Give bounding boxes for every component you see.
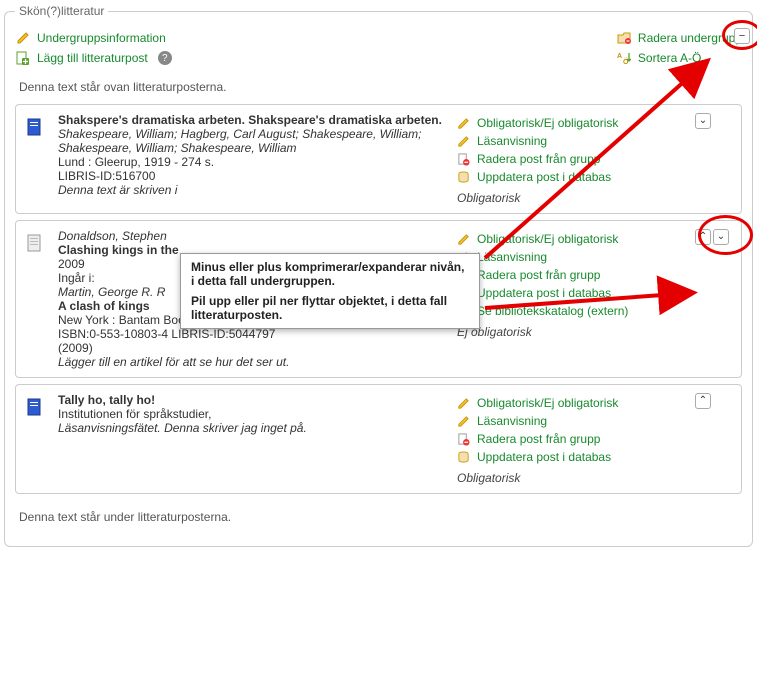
annotation-tooltip: Minus eller plus komprimerar/expanderar … — [180, 253, 480, 329]
annotation-arrow-move — [5, 18, 757, 418]
annotation-text-2: Pil upp eller pil ner flyttar objektet, … — [191, 294, 469, 322]
remove-from-group-link[interactable]: Radera post från grupp — [477, 432, 600, 446]
subgroup-fieldset: Skön(?)litteratur − Undergruppsinformati… — [4, 4, 753, 547]
entry-note: Läsanvisningsfätet. Denna skriver jag in… — [58, 421, 445, 435]
mandatory-status: Obligatorisk — [457, 471, 685, 485]
remove-icon — [455, 431, 471, 447]
update-in-db-link[interactable]: Uppdatera post i databas — [477, 450, 611, 464]
subgroup-legend: Skön(?)litteratur — [15, 4, 108, 18]
annotation-text-1: Minus eller plus komprimerar/expanderar … — [191, 260, 469, 288]
update-db-icon — [455, 449, 471, 465]
outro-text: Denna text står under litteraturposterna… — [19, 510, 742, 524]
